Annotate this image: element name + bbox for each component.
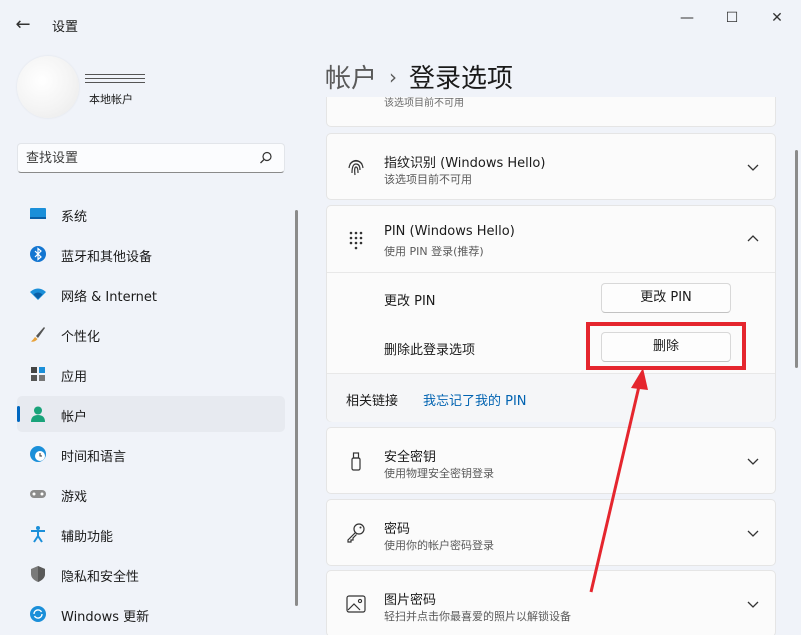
pin-card: PIN (Windows Hello) 使用 PIN 登录(推荐) 更改 PIN… [326, 205, 776, 422]
sidebar-item-network[interactable]: 网络 & Internet [17, 276, 285, 312]
accessibility-icon [31, 526, 45, 543]
security-key-subtitle: 使用物理安全密钥登录 [384, 467, 494, 480]
breadcrumb-separator: › [389, 65, 398, 89]
security-key-header[interactable]: 安全密钥 使用物理安全密钥登录 [327, 428, 775, 494]
key-icon [347, 523, 365, 543]
sidebar-item-label: 帐户 [61, 410, 88, 425]
chevron-down-icon[interactable] [745, 453, 761, 469]
picture-password-title: 图片密码 [384, 593, 437, 608]
sidebar-item-label: 时间和语言 [61, 450, 127, 465]
pin-subtitle: 使用 PIN 登录(推荐) [384, 245, 484, 258]
system-icon [30, 208, 46, 219]
close-icon[interactable]: ✕ [754, 6, 800, 30]
account-type-label: 本地帐户 [89, 93, 133, 106]
sidebar-item-apps[interactable]: 应用 [17, 356, 285, 392]
active-indicator [17, 406, 20, 422]
search-icon[interactable] [258, 150, 274, 166]
password-card[interactable]: 密码 使用你的帐户密码登录 [326, 499, 776, 566]
chevron-up-icon[interactable] [745, 231, 761, 247]
sidebar-item-bluetooth[interactable]: 蓝牙和其他设备 [17, 236, 285, 272]
picture-icon [346, 595, 366, 613]
time-language-icon [30, 446, 46, 462]
search-input[interactable] [26, 149, 256, 167]
security-key-card[interactable]: 安全密钥 使用物理安全密钥登录 [326, 427, 776, 494]
partial-card: 该选项目前不可用 [326, 97, 776, 127]
remove-pin-label: 删除此登录选项 [384, 343, 476, 358]
related-links-label: 相关链接 [346, 394, 399, 409]
change-pin-label: 更改 PIN [384, 294, 436, 309]
change-pin-button[interactable]: 更改 PIN [601, 283, 731, 313]
chevron-down-icon[interactable] [745, 596, 761, 612]
security-key-title: 安全密钥 [384, 450, 437, 465]
annotation-highlight-box [586, 322, 746, 370]
forgot-pin-link[interactable]: 我忘记了我的 PIN [423, 390, 527, 409]
sidebar-scrollbar[interactable] [295, 210, 298, 606]
sidebar-item-label: 隐私和安全性 [61, 570, 140, 585]
sidebar-item-label: 蓝牙和其他设备 [61, 250, 153, 265]
windows-update-icon [30, 606, 46, 622]
sidebar-item-gaming[interactable]: 游戏 [17, 476, 285, 512]
page-title: 登录选项 [409, 64, 514, 94]
network-icon [30, 288, 46, 300]
content-scrollbar[interactable] [795, 150, 798, 368]
related-links-row: 相关链接 我忘记了我的 PIN [327, 373, 775, 422]
chevron-down-icon[interactable] [745, 525, 761, 541]
accounts-icon [31, 406, 45, 422]
privacy-icon [31, 566, 45, 582]
sidebar-item-label: Windows 更新 [61, 610, 150, 625]
sidebar-item-label: 辅助功能 [61, 530, 114, 545]
picture-password-header[interactable]: 图片密码 轻扫并点击你最喜爱的照片以解锁设备 [327, 571, 775, 635]
fingerprint-title: 指纹识别 (Windows Hello) [384, 156, 546, 171]
sidebar-item-windows-update[interactable]: Windows 更新 [17, 596, 285, 632]
pin-keypad-icon [349, 231, 363, 250]
search-box[interactable] [17, 143, 285, 173]
pin-title: PIN (Windows Hello) [384, 224, 515, 239]
sidebar-item-accessibility[interactable]: 辅助功能 [17, 516, 285, 552]
back-arrow-icon[interactable]: ← [10, 12, 36, 38]
sidebar-item-label: 游戏 [61, 490, 88, 505]
fingerprint-card[interactable]: 指纹识别 (Windows Hello) 该选项目前不可用 [326, 133, 776, 200]
account-username-redacted [85, 74, 145, 86]
password-header[interactable]: 密码 使用你的帐户密码登录 [327, 500, 775, 566]
apps-icon [31, 367, 45, 381]
personalization-icon [31, 327, 45, 342]
maximize-icon[interactable]: ☐ [709, 6, 755, 30]
password-title: 密码 [384, 522, 411, 537]
sidebar-item-personalization[interactable]: 个性化 [17, 316, 285, 352]
fingerprint-header[interactable]: 指纹识别 (Windows Hello) 该选项目前不可用 [327, 134, 775, 200]
avatar[interactable] [17, 56, 79, 118]
fingerprint-icon [348, 159, 364, 176]
usb-key-icon [351, 452, 361, 471]
picture-password-subtitle: 轻扫并点击你最喜爱的照片以解锁设备 [384, 610, 571, 623]
change-pin-row: 更改 PIN 更改 PIN [327, 272, 775, 322]
sidebar-item-label: 个性化 [61, 330, 101, 345]
bluetooth-icon [30, 246, 46, 262]
minimize-icon[interactable]: — [664, 6, 710, 30]
sidebar-item-accounts[interactable]: 帐户 [17, 396, 285, 432]
sidebar-item-label: 网络 & Internet [61, 290, 158, 305]
sidebar-item-label: 应用 [61, 370, 88, 385]
password-subtitle: 使用你的帐户密码登录 [384, 539, 494, 552]
gaming-icon [30, 490, 46, 498]
title-bar: ← 设置 — ☐ ✕ [0, 0, 801, 48]
sidebar-item-time-language[interactable]: 时间和语言 [17, 436, 285, 472]
picture-password-card[interactable]: 图片密码 轻扫并点击你最喜爱的照片以解锁设备 [326, 570, 776, 635]
sidebar-item-privacy[interactable]: 隐私和安全性 [17, 556, 285, 592]
pin-header[interactable]: PIN (Windows Hello) 使用 PIN 登录(推荐) [327, 206, 775, 272]
sidebar-nav: 系统 蓝牙和其他设备 网络 & Internet 个性化 应用 帐户 时间和语言… [17, 196, 285, 635]
sidebar-item-system[interactable]: 系统 [17, 196, 285, 232]
sidebar-item-label: 系统 [61, 210, 88, 225]
chevron-down-icon[interactable] [745, 159, 761, 175]
breadcrumb-parent[interactable]: 帐户 [325, 64, 377, 94]
fingerprint-subtitle: 该选项目前不可用 [384, 173, 472, 186]
app-title: 设置 [52, 20, 79, 35]
breadcrumb: 帐户 › 登录选项 [325, 58, 513, 95]
partial-card-text: 该选项目前不可用 [384, 98, 464, 109]
